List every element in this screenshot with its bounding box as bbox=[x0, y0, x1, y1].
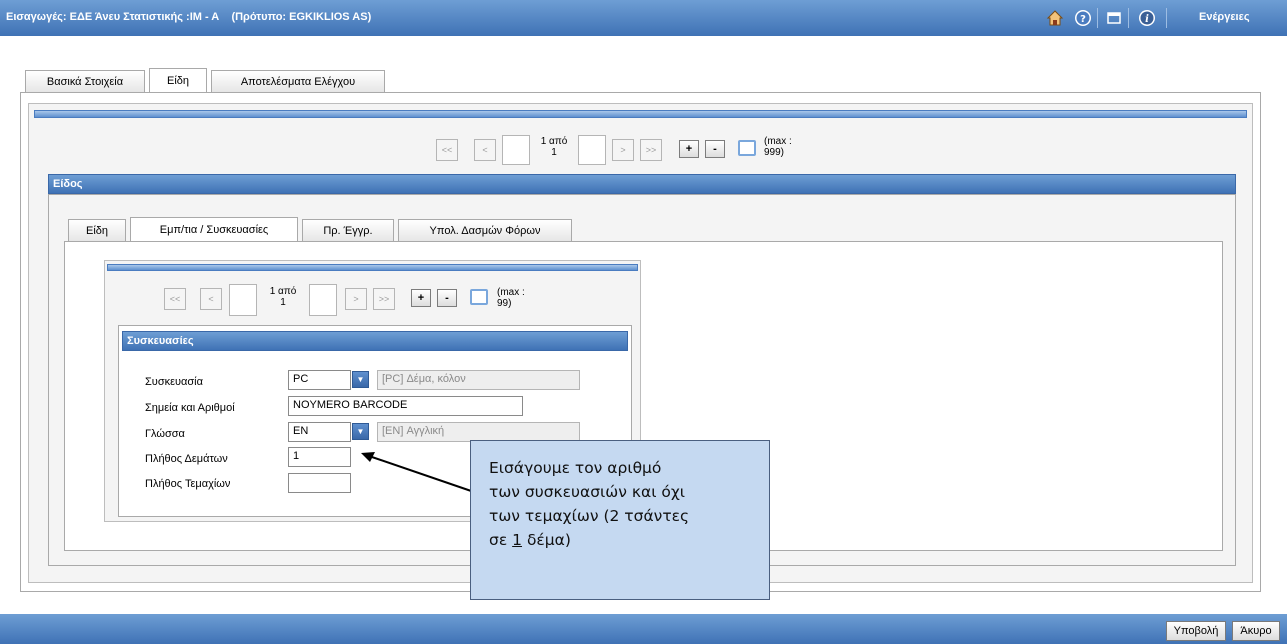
dropdown-arrow-icon[interactable]: ▼ bbox=[352, 423, 369, 440]
callout-line-2: των συσκευασιών και όχι bbox=[489, 483, 686, 501]
tab-items[interactable]: Είδη bbox=[149, 68, 207, 92]
pager-prev-button[interactable]: < bbox=[474, 139, 496, 161]
pager-spacer bbox=[502, 135, 530, 165]
callout-line-4-post: δέμα) bbox=[522, 531, 571, 549]
add-record-button[interactable]: + bbox=[679, 140, 699, 158]
marks-label: Σημεία και Αριθμοί bbox=[145, 402, 235, 414]
package-code-input[interactable]: PC bbox=[288, 370, 351, 390]
inner-pager-status: 1 από 1 bbox=[259, 286, 307, 308]
packages-count-label: Πλήθος Δεμάτων bbox=[145, 453, 228, 465]
packages-header-bar bbox=[107, 264, 638, 271]
pager-current: 1 από bbox=[540, 136, 568, 147]
inner-pager-max-line1: (max : bbox=[497, 287, 525, 298]
tab-check-results[interactable]: Αποτελέσματα Ελέγχου bbox=[211, 70, 385, 92]
callout-line-4-pre: σε bbox=[489, 531, 513, 549]
dropdown-arrow-icon[interactable]: ▼ bbox=[352, 371, 369, 388]
inner-pager-prev-button[interactable]: < bbox=[200, 288, 222, 310]
inner-pager-last-button[interactable]: >> bbox=[373, 288, 395, 310]
inner-pager-checkbox[interactable] bbox=[470, 289, 488, 305]
inner-pager-spacer bbox=[229, 284, 257, 316]
callout-line-4: σε 1 δέμα) bbox=[489, 528, 751, 552]
language-code-input[interactable]: EN bbox=[288, 422, 351, 442]
svg-text:i: i bbox=[1145, 14, 1149, 25]
footer-bar bbox=[0, 614, 1287, 644]
info-icon[interactable]: i bbox=[1137, 8, 1157, 28]
cancel-button[interactable]: Άκυρο bbox=[1232, 621, 1280, 641]
inner-pager-first-button[interactable]: << bbox=[164, 288, 186, 310]
pager-select-checkbox[interactable] bbox=[738, 140, 756, 156]
pieces-count-label: Πλήθος Τεμαχίων bbox=[145, 478, 231, 490]
callout-line-1: Εισάγουμε τον αριθμό bbox=[489, 459, 662, 477]
annotation-callout: Εισάγουμε τον αριθμό των συσκευασιών και… bbox=[470, 440, 770, 600]
pager-max-line1: (max : bbox=[764, 136, 792, 147]
inner-pager-current: 1 από bbox=[269, 286, 297, 297]
pager-total: 1 bbox=[551, 147, 557, 158]
callout-line-4-number: 1 bbox=[512, 531, 523, 549]
item-section-header: Είδος bbox=[48, 174, 1236, 194]
toolbar-divider bbox=[1166, 8, 1167, 28]
language-description: [EN] Αγγλική bbox=[377, 422, 580, 442]
inner-pager-total: 1 bbox=[280, 297, 286, 308]
packages-count-input[interactable]: 1 bbox=[288, 447, 351, 467]
callout-line-3: των τεμαχίων (2 τσάντες bbox=[489, 507, 690, 525]
pager-status: 1 από 1 bbox=[532, 136, 576, 158]
inner-pager-next-button[interactable]: > bbox=[345, 288, 367, 310]
package-label: Συσκευασία bbox=[145, 376, 203, 388]
pager-first-button[interactable]: << bbox=[436, 139, 458, 161]
tab-item-packages[interactable]: Εμπ/τια / Συσκευασίες bbox=[130, 217, 298, 241]
pager-spacer bbox=[578, 135, 606, 165]
tab-item-goods[interactable]: Είδη bbox=[68, 219, 126, 241]
pager-next-button[interactable]: > bbox=[612, 139, 634, 161]
inner-pager-max-line2: 99) bbox=[497, 298, 512, 309]
toolbar-divider bbox=[1128, 8, 1129, 28]
tab-item-duties[interactable]: Υπολ. Δασμών Φόρων bbox=[398, 219, 572, 241]
inner-remove-button[interactable]: - bbox=[437, 289, 457, 307]
page-title: Εισαγωγές: ΕΔΕ Άνευ Στατιστικής :ΙΜ - Α … bbox=[6, 11, 372, 23]
home-icon[interactable] bbox=[1045, 8, 1065, 28]
inner-pager-max: (max : 99) bbox=[497, 287, 525, 309]
pieces-count-input[interactable] bbox=[288, 473, 351, 493]
language-label: Γλώσσα bbox=[145, 428, 185, 440]
arrow-icon bbox=[361, 452, 478, 494]
tab-item-docs[interactable]: Πρ. Έγγρ. bbox=[302, 219, 394, 241]
package-description: [PC] Δέμα, κόλον bbox=[377, 370, 580, 390]
help-icon[interactable]: ? bbox=[1073, 8, 1093, 28]
window-icon[interactable] bbox=[1104, 8, 1124, 28]
inner-add-button[interactable]: + bbox=[411, 289, 431, 307]
submit-button[interactable]: Υποβολή bbox=[1166, 621, 1226, 641]
toolbar-divider bbox=[1097, 8, 1098, 28]
inner-pager-spacer bbox=[309, 284, 337, 316]
title-bar: Εισαγωγές: ΕΔΕ Άνευ Στατιστικής :ΙΜ - Α … bbox=[0, 0, 1287, 36]
pager-max-line2: 999) bbox=[764, 147, 785, 158]
tab-basic-info[interactable]: Βασικά Στοιχεία bbox=[25, 70, 145, 92]
actions-menu[interactable]: Ενέργειες bbox=[1199, 11, 1250, 23]
pager-max: (max : 999) bbox=[764, 136, 792, 158]
remove-record-button[interactable]: - bbox=[705, 140, 725, 158]
marks-input[interactable]: NOYMERO BARCODE bbox=[288, 396, 523, 416]
svg-text:?: ? bbox=[1080, 14, 1086, 25]
panel-header-bar bbox=[34, 110, 1247, 118]
packages-header: Συσκευασίες bbox=[122, 331, 628, 351]
pager-last-button[interactable]: >> bbox=[640, 139, 662, 161]
